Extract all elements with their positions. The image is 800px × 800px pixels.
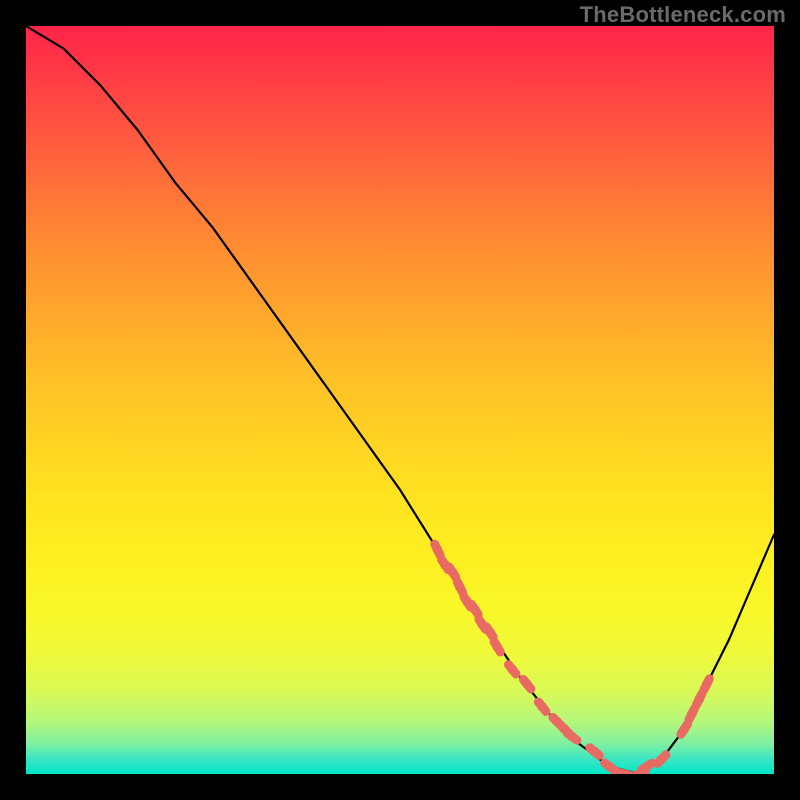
highlight-dot-cap	[567, 732, 577, 742]
highlight-dot-cap	[448, 567, 458, 577]
highlight-dot-cap	[433, 545, 443, 555]
highlight-dot-cap	[492, 642, 502, 652]
highlight-dot-cap	[522, 679, 532, 689]
highlight-dot-cap	[679, 724, 689, 734]
highlight-dot-cap	[590, 747, 600, 757]
curve-layer	[26, 26, 774, 774]
highlight-dot-cap	[470, 605, 480, 615]
highlight-dots	[433, 544, 712, 774]
highlight-dot-cap	[605, 762, 615, 772]
highlight-dot-cap	[657, 754, 667, 764]
watermark-text: TheBottleneck.com	[580, 2, 786, 28]
highlight-dot-cap	[642, 762, 652, 772]
chart-container: TheBottleneck.com	[0, 0, 800, 800]
highlight-dot-cap	[485, 627, 495, 637]
highlight-dot-cap	[507, 664, 517, 674]
plot-area	[26, 26, 774, 774]
highlight-dot-cap	[702, 679, 712, 689]
highlight-dot-cap	[537, 702, 547, 712]
highlight-dot-cap	[455, 582, 465, 592]
bottleneck-curve	[26, 26, 774, 774]
highlight-dot-cap	[694, 694, 704, 704]
highlight-dot-cap	[687, 709, 697, 719]
